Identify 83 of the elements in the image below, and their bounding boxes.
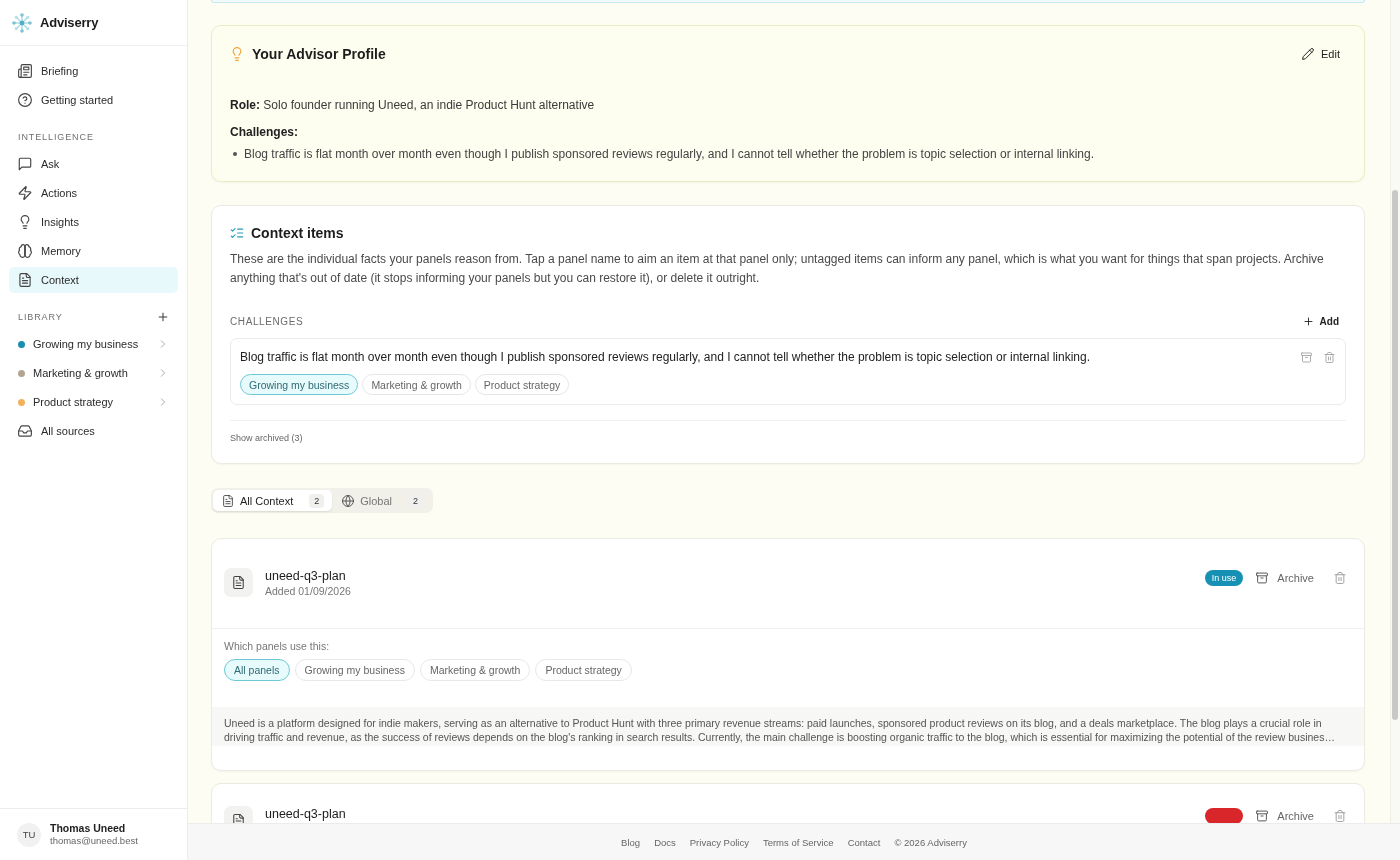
user-email: thomas@uneed.best: [50, 835, 138, 847]
inbox-icon: [18, 424, 32, 438]
avatar: TU: [17, 822, 41, 847]
trash-icon: [1334, 572, 1346, 584]
card-title: Your Advisor Profile: [252, 46, 386, 62]
sidebar-item[interactable]: Insights: [9, 209, 178, 235]
pencil-icon: [1302, 48, 1315, 60]
sidebar-item[interactable]: Marketing & growth: [9, 360, 178, 386]
sidebar-item[interactable]: Memory: [9, 238, 178, 264]
footer-link[interactable]: Terms of Service: [762, 836, 834, 848]
sidebar-item[interactable]: Actions: [9, 180, 178, 206]
sidebar-item[interactable]: Product strategy: [9, 389, 178, 415]
delete-button[interactable]: [1323, 350, 1336, 364]
archive-button[interactable]: Archive: [1256, 572, 1314, 584]
tab[interactable]: Global 2: [333, 490, 432, 511]
panel-tag[interactable]: Growing my business: [294, 659, 415, 681]
archive-icon: [1301, 351, 1312, 363]
archive-button[interactable]: Archive: [1256, 810, 1314, 822]
document-icon: [18, 273, 32, 287]
checklist-icon: [230, 226, 244, 240]
lightbulb-icon: [18, 215, 32, 229]
bullet-icon: [233, 152, 237, 156]
user-name: Thomas Uneed: [50, 822, 127, 835]
add-button[interactable]: Add: [1300, 313, 1346, 329]
challenge-text: Blog traffic is flat month over month even though I publish sponsored reviews regularly, and I cannot tell whether the problem is topic selection or internal linking.: [240, 349, 1091, 366]
panel-tag[interactable]: Product strategy: [535, 659, 632, 681]
plus-icon: [157, 311, 169, 323]
sidebar-item[interactable]: All sources: [9, 418, 178, 444]
chat-bubble-icon: [18, 157, 32, 171]
section-heading: LIBRARY: [18, 312, 63, 322]
group-heading: CHALLENGES: [230, 315, 304, 327]
footer-link[interactable]: Blog: [621, 836, 641, 848]
challenge-text: Blog traffic is flat month over month even though I publish sponsored reviews regularly, and I cannot tell whether the problem is topic selection or internal linking.: [244, 146, 1094, 163]
section-heading: INTELLIGENCE: [18, 132, 94, 142]
logo-icon: [12, 12, 32, 33]
challenges-heading: Challenges:: [230, 124, 299, 141]
count-badge: 2: [309, 493, 325, 508]
scrollbar-thumb[interactable]: [1392, 190, 1398, 720]
footer-link[interactable]: Contact: [847, 836, 881, 848]
brain-icon: [18, 244, 32, 258]
brand-name: Adviserry: [40, 15, 99, 30]
sidebar-item[interactable]: Getting started: [9, 87, 178, 113]
sidebar-item[interactable]: Briefing: [9, 58, 178, 84]
archive-icon: [1256, 810, 1269, 822]
delete-button[interactable]: [1334, 810, 1346, 822]
help-icon: [18, 93, 32, 107]
lightning-icon: [18, 186, 32, 200]
trash-icon: [1324, 351, 1335, 363]
panel-tag[interactable]: Marketing & growth: [362, 374, 471, 395]
sidebar-item[interactable]: Ask: [9, 151, 178, 177]
added-date: Added 01/09/2026: [265, 584, 352, 598]
delete-button[interactable]: [1334, 572, 1346, 584]
lightbulb-icon: [230, 47, 244, 61]
footer-link[interactable]: Privacy Policy: [689, 836, 749, 848]
panels-label: Which panels use this:: [224, 639, 331, 653]
panel-tag[interactable]: Marketing & growth: [419, 659, 531, 681]
panel-tag[interactable]: Product strategy: [474, 374, 570, 395]
sidebar-item[interactable]: Context: [9, 267, 178, 293]
summary-text: Uneed is a platform designed for indie makers, serving as an alternative to Product Hunt with three primary revenue streams: paid launches, sponsored product reviews on its blog, and a deals marketplace. The blog plays a crucial role in driving traffic and revenue, as the success of reviews depends on the blog's ranking in search results. Currently, the main challenge is boosting organic traffic to the blog, which is essential for maximizing the potential of the review busines…: [224, 716, 1336, 744]
copyright-text: © 2026 Adviserry: [894, 836, 967, 848]
document-icon: [224, 568, 253, 597]
role-text: Role: Solo founder running Uneed, an indie Product Hunt alternative: [230, 97, 596, 114]
newspaper-icon: [18, 64, 32, 78]
plus-icon: [1302, 315, 1314, 327]
globe-icon: [342, 494, 355, 507]
document-icon: [222, 494, 234, 507]
count-badge: 2: [408, 493, 424, 508]
card-title: Context items: [251, 225, 344, 241]
archive-button[interactable]: [1300, 350, 1313, 364]
description-text: These are the individual facts your panels reason from. Tap a panel name to aim an item at that panel only; untagged items can inform any panel, which is what you want for things that span projects. Archive anything that's out of date (it stops informing your panels but you can restore it), or delete it outright.: [230, 251, 1325, 287]
add-button[interactable]: [157, 311, 169, 323]
status-badge: In use: [1204, 570, 1244, 586]
footer-link[interactable]: Docs: [654, 836, 676, 848]
sidebar-item[interactable]: Growing my business: [9, 331, 178, 357]
panel-tag[interactable]: All panels: [224, 659, 290, 681]
tab[interactable]: All Context 2: [213, 490, 333, 511]
edit-button[interactable]: Edit: [1296, 44, 1346, 64]
archive-icon: [1256, 572, 1269, 584]
show-archived-link[interactable]: Show archived (3): [230, 433, 303, 443]
panel-tag[interactable]: Growing my business: [240, 374, 359, 395]
document-title: uneed-q3-plan: [265, 806, 347, 822]
document-title: uneed-q3-plan: [265, 568, 347, 584]
trash-icon: [1334, 810, 1346, 822]
